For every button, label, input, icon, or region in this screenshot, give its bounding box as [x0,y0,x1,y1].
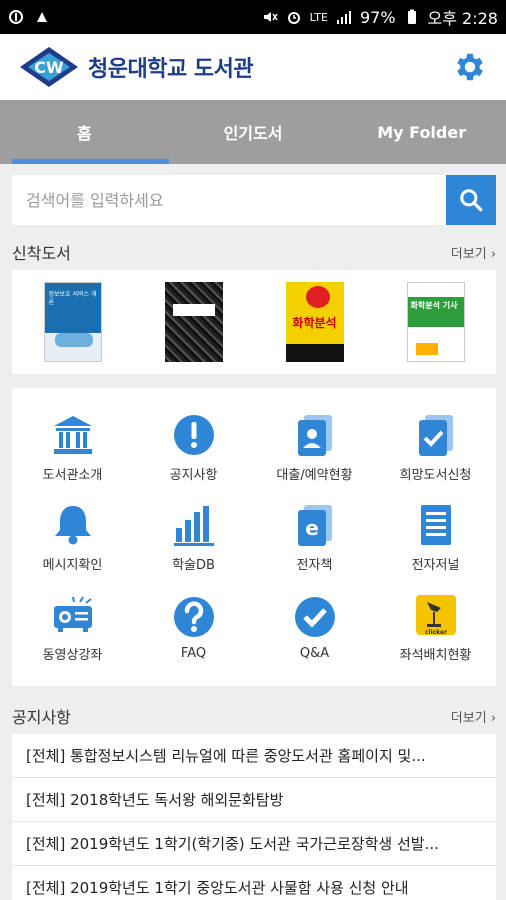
notices-more-link[interactable]: 더보기 › [451,707,496,726]
status-bar: LTE 97% 오후 2:28 [0,0,506,34]
alarm-icon [287,12,300,24]
logo-mark: CW [34,58,64,77]
bell-icon [54,505,91,544]
menu-label: 동영상강좌 [42,647,103,663]
seat-icon: clicker [415,594,456,636]
menu-label: 전자저널 [411,557,460,573]
menu-label: Q&A [299,645,330,661]
journal-icon [420,504,451,545]
menu-qa[interactable]: Q&A [254,582,375,672]
menu-label: 공지사항 [169,467,218,483]
battery-icon [407,9,416,24]
new-books-more-link[interactable]: 더보기 › [451,243,496,262]
request-icon [418,414,453,456]
menu-video-lectures[interactable]: 동영상강좌 [12,582,133,672]
book-cover[interactable] [164,282,223,362]
search-bar [12,175,496,225]
book-cover[interactable]: 화학분석 기사 [406,282,465,362]
projector-icon [53,595,92,632]
menu-library-intro[interactable]: 도서관소개 [12,402,133,492]
menu-academic-db[interactable]: 학술DB [133,492,254,582]
menu-loan-status[interactable]: 대출/예약현황 [254,402,375,492]
library-icon [53,415,92,454]
new-books-title: 신착도서 [12,244,71,263]
book-title: 화학분석 [292,316,337,330]
new-books-list: 정보보호 서비스 개론 화학분석 화학분석 기사 [12,270,496,374]
book-cover[interactable]: 화학분석 [285,282,344,362]
faq-icon [173,596,214,637]
book-title: 정보보호 서비스 개론 [48,291,97,306]
svg-text:e: e [305,516,319,540]
search-icon [460,189,483,212]
status-app-icon [9,10,23,24]
menu-grid: 도서관소개 공지사항 대출/예약현황 희망도서신청 메시지확인 학술DB e 전… [12,388,496,686]
tab-home[interactable]: 홈 [0,100,169,164]
notices-title: 공지사항 [12,708,71,727]
tab-my-folder[interactable]: My Folder [337,100,506,164]
list-item[interactable]: [전체] 2018학년도 독서왕 해외문화탐방 [12,778,496,822]
mute-icon [263,12,278,22]
tab-popular-books[interactable]: 인기도서 [169,100,338,164]
chart-icon [173,505,214,546]
menu-notices[interactable]: 공지사항 [133,402,254,492]
list-item[interactable]: [전체] 2019학년도 1학기(학기중) 도서관 국가근로장학생 선발... [12,822,496,866]
book-title: 화학분석 기사 [410,301,458,310]
search-input[interactable] [12,175,446,225]
menu-label: 대출/예약현황 [276,467,353,483]
menu-messages[interactable]: 메시지확인 [12,492,133,582]
menu-ejournal[interactable]: 전자저널 [375,492,496,582]
menu-book-request[interactable]: 희망도서신청 [375,402,496,492]
loan-icon [297,414,332,456]
clock: 오후 2:28 [427,9,498,28]
battery-level: 97% [359,7,396,27]
menu-label: 희망도서신청 [399,467,472,483]
notice-list: [전체] 통합정보시스템 리뉴얼에 따른 중앙도서관 홈페이지 및... [전체… [12,734,496,900]
notice-icon [173,414,214,455]
menu-label: FAQ [180,645,207,661]
menu-label: 좌석배치현황 [399,647,472,663]
menu-label: 메시지확인 [42,557,103,573]
menu-faq[interactable]: FAQ [133,582,254,672]
list-item[interactable]: [전체] 통합정보시스템 리뉴얼에 따른 중앙도서관 홈페이지 및... [12,734,496,778]
cw-logo-icon: CW [20,47,78,87]
ebook-icon: e [297,504,332,546]
menu-ebook[interactable]: e 전자책 [254,492,375,582]
menu-seat-status[interactable]: clicker 좌석배치현황 [375,582,496,672]
library-logo[interactable]: CW 청운대학교 도서관 [18,45,254,89]
network-type: LTE [309,10,328,24]
notices-header: 공지사항 더보기 › [12,704,496,728]
search-button[interactable] [446,175,496,225]
gear-icon[interactable] [452,49,488,85]
signal-icon [336,11,351,24]
app-title: 청운대학교 도서관 [88,57,254,82]
menu-label: 학술DB [172,557,215,573]
app-bar: CW 청운대학교 도서관 [0,34,506,100]
list-item[interactable]: [전체] 2019학년도 1학기 중앙도서관 사물함 사용 신청 안내 [12,866,496,900]
tab-bar: 홈 인기도서 My Folder [0,100,506,164]
book-cover[interactable]: 정보보호 서비스 개론 [43,282,102,362]
status-notification-icon [37,12,47,22]
menu-label: 전자책 [296,557,333,573]
qa-icon [294,596,335,637]
new-books-header: 신착도서 더보기 › [12,240,496,264]
svg-text:clicker: clicker [424,629,446,636]
menu-label: 도서관소개 [42,467,103,483]
